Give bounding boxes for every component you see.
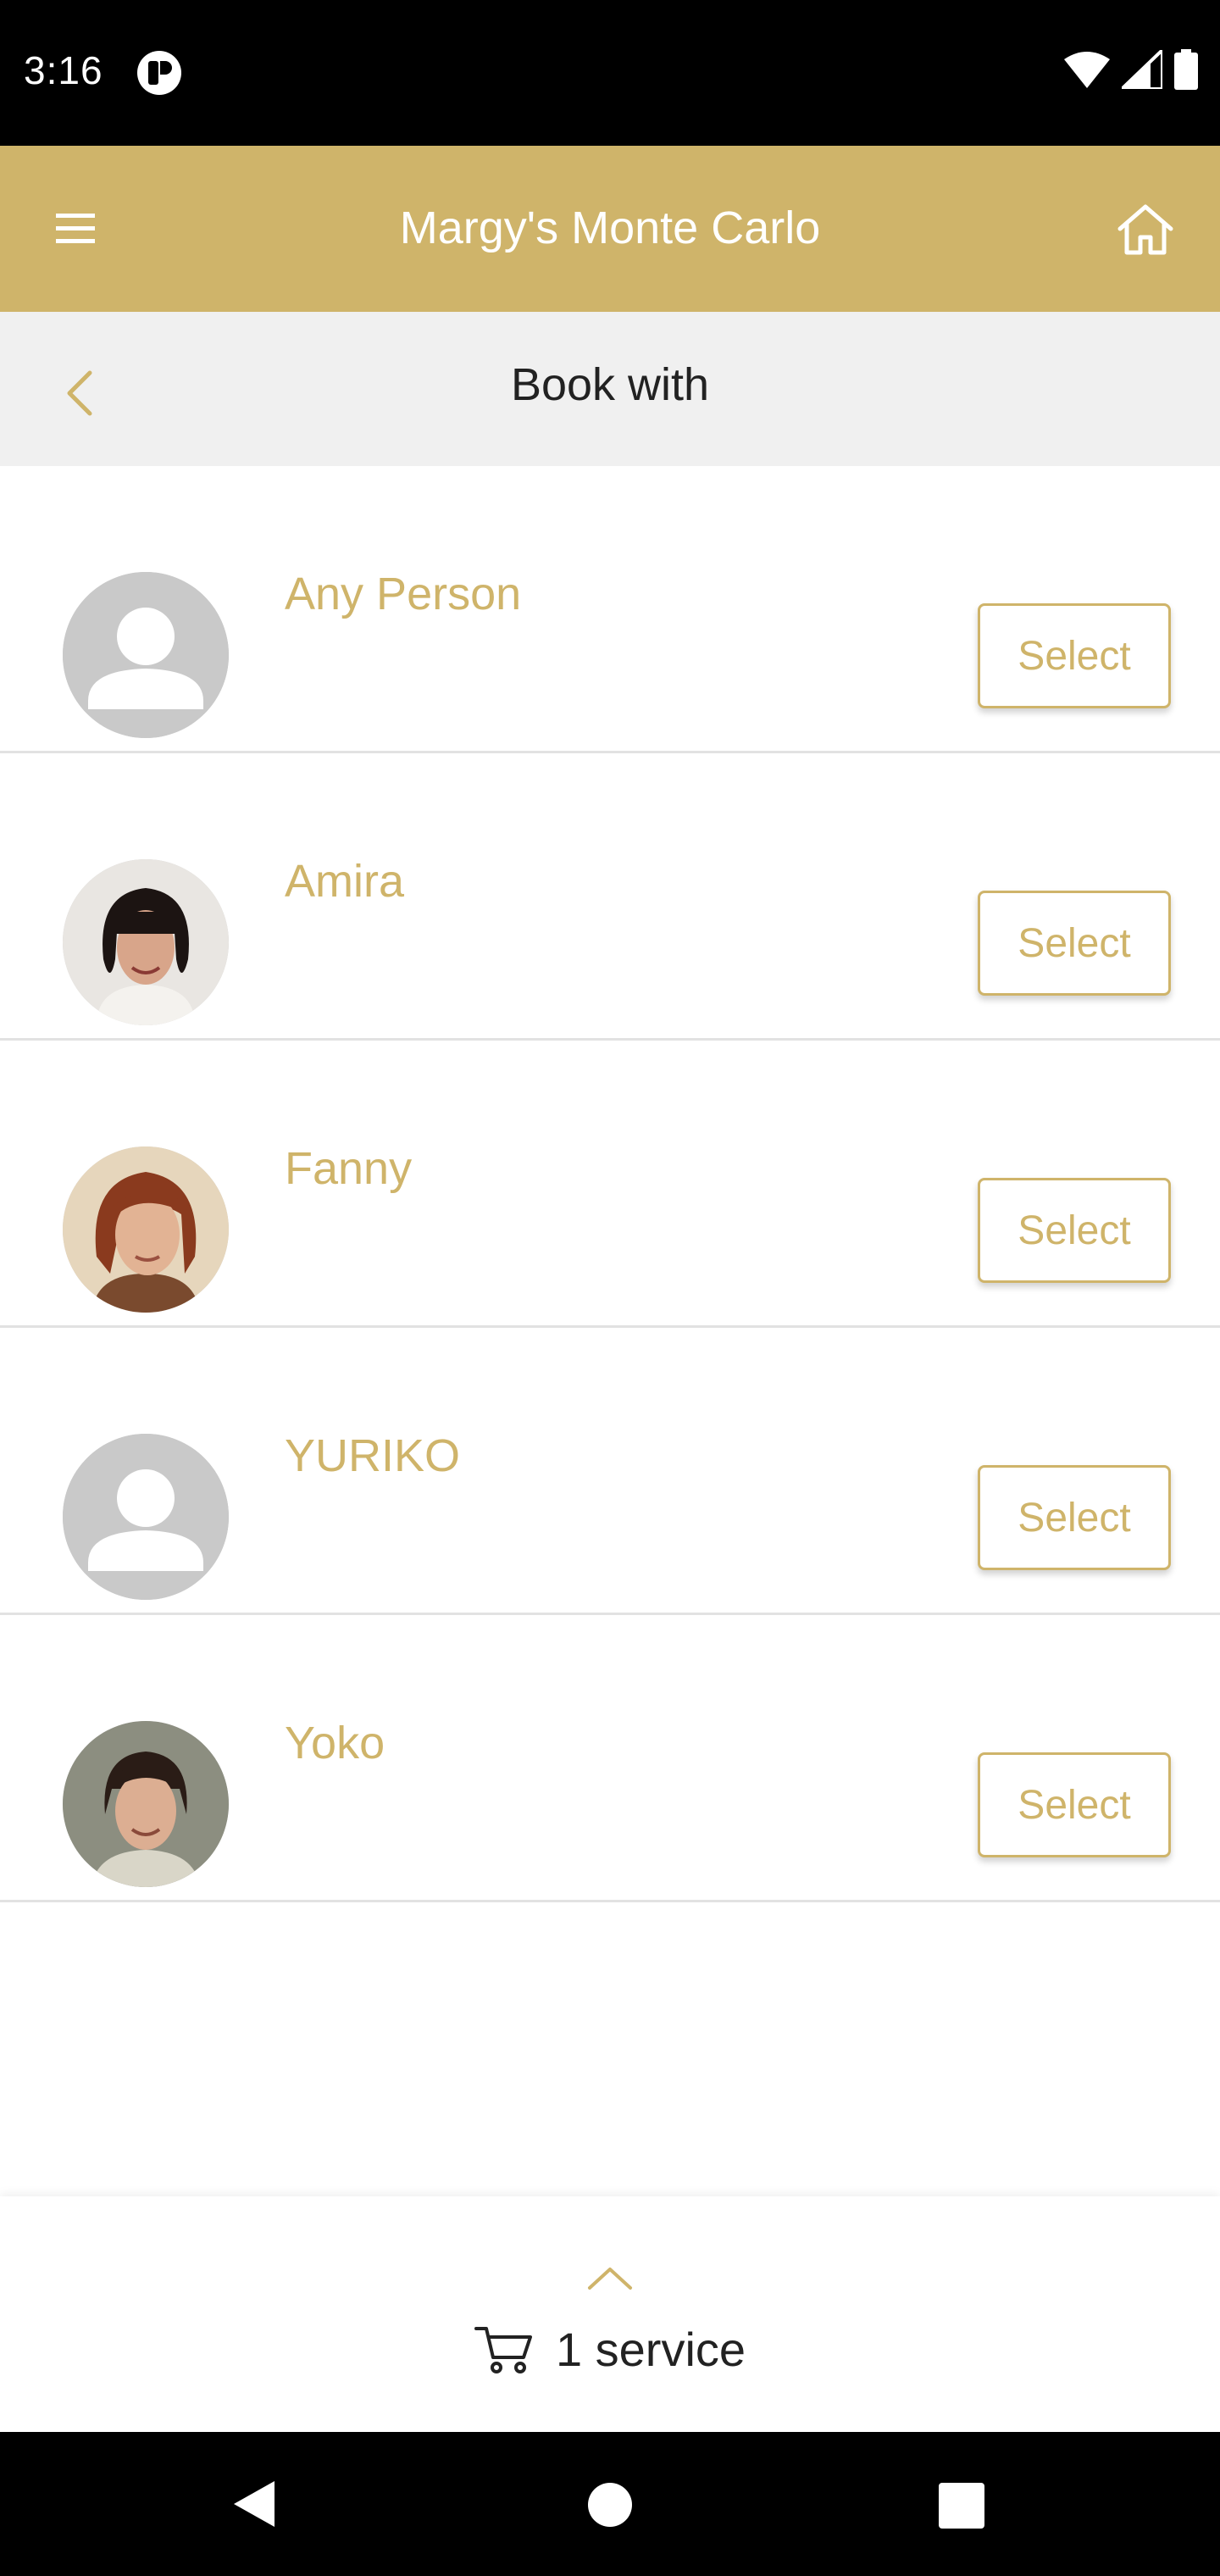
- staff-name: Amira: [285, 856, 405, 907]
- staff-name: Any Person: [285, 569, 522, 619]
- staff-name: Fanny: [285, 1143, 413, 1194]
- staff-row: Any Person Select: [0, 466, 1220, 753]
- staff-list: Any Person Select Amira Select Fanny Sel…: [0, 466, 1220, 1902]
- staff-row: YURIKO Select: [0, 1328, 1220, 1615]
- page-title: Book with: [510, 359, 710, 410]
- avatar-photo: [63, 859, 229, 1025]
- cart-count-label: 1 service: [555, 2323, 746, 2376]
- nav-back-icon[interactable]: [230, 2478, 278, 2530]
- staff-row: Fanny Select: [0, 1041, 1220, 1328]
- staff-name: YURIKO: [285, 1430, 461, 1481]
- battery-icon: [1174, 49, 1198, 90]
- nav-recents-icon[interactable]: [939, 2483, 984, 2529]
- chevron-up-icon[interactable]: [586, 2264, 634, 2291]
- status-icons: [1064, 49, 1198, 90]
- app-notification-icon: [137, 51, 181, 95]
- avatar-photo: [63, 1721, 229, 1887]
- staff-row: Yoko Select: [0, 1615, 1220, 1902]
- cart-summary[interactable]: 1 service: [0, 2322, 1220, 2377]
- select-button[interactable]: Select: [978, 1465, 1171, 1570]
- home-icon[interactable]: [1115, 202, 1176, 256]
- app-title: Margy's Monte Carlo: [399, 203, 821, 253]
- status-time: 3:16: [24, 48, 103, 92]
- staff-name: Yoko: [285, 1718, 385, 1768]
- app-header: Margy's Monte Carlo: [0, 146, 1220, 312]
- signal-icon: [1122, 50, 1162, 89]
- status-bar: 3:16: [0, 0, 1220, 146]
- select-button[interactable]: Select: [978, 603, 1171, 708]
- select-button[interactable]: Select: [978, 891, 1171, 996]
- nav-home-icon[interactable]: [588, 2483, 632, 2527]
- select-button[interactable]: Select: [978, 1178, 1171, 1283]
- wifi-icon: [1064, 52, 1110, 88]
- select-button[interactable]: Select: [978, 1752, 1171, 1857]
- avatar-photo: [63, 1146, 229, 1313]
- avatar-placeholder-icon: [63, 572, 229, 738]
- avatar-placeholder-icon: [63, 1434, 229, 1600]
- cart-bar[interactable]: [0, 2196, 1220, 2432]
- cart-icon: [474, 2326, 532, 2373]
- staff-row: Amira Select: [0, 753, 1220, 1041]
